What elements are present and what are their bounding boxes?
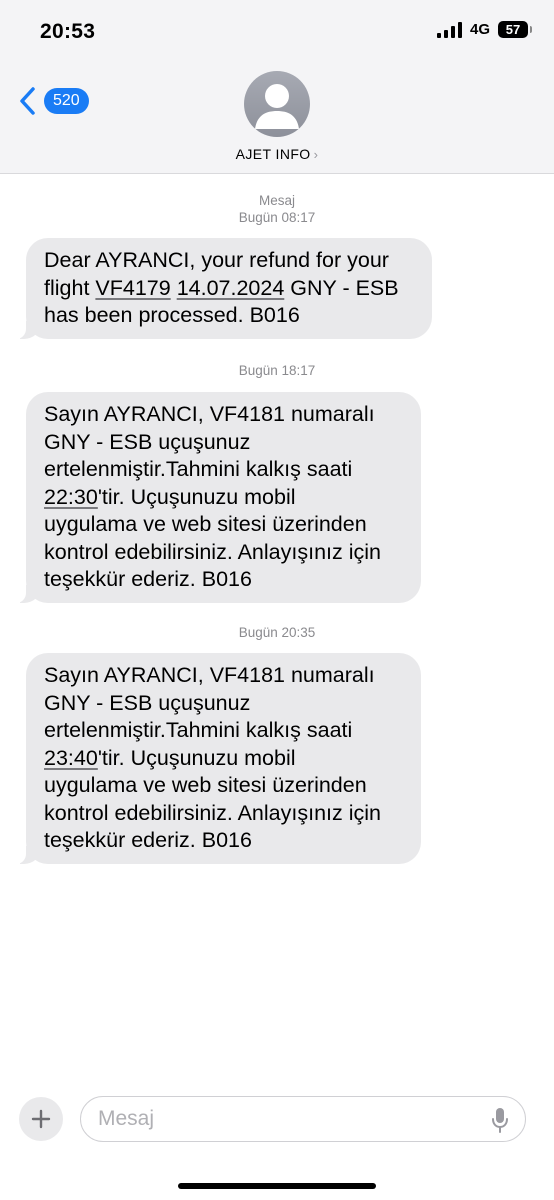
timestamp-label: Mesaj bbox=[258, 193, 295, 208]
message-input[interactable] bbox=[98, 1107, 458, 1131]
battery-icon: 57 bbox=[498, 21, 532, 38]
plus-button[interactable] bbox=[19, 1097, 63, 1141]
flight-number-link[interactable]: VF4179 bbox=[95, 276, 170, 300]
contact-name: AJET INFO bbox=[235, 146, 311, 162]
time-link[interactable]: 23:40 bbox=[44, 746, 98, 770]
message-line: Sayın AYRANCI, VF4181 numaralı bbox=[44, 663, 375, 687]
message-line: ertelenmiştir.Tahmini kalkış saati bbox=[44, 457, 353, 481]
status-indicators: 4G 57 bbox=[436, 21, 532, 38]
contact-chevron-icon: › bbox=[313, 147, 319, 162]
signal-icon bbox=[436, 21, 462, 38]
message-text: 'tir. Uçuşunuzu mobil bbox=[97, 745, 296, 770]
unread-count-badge: 520 bbox=[44, 88, 89, 114]
message-line: uygulama ve web sitesi üzerinden bbox=[44, 512, 367, 536]
message-line: teşekkür ederiz. B016 bbox=[44, 567, 252, 591]
message-input-container bbox=[80, 1096, 526, 1142]
message-line: has been processed. B016 bbox=[44, 303, 300, 327]
date-link[interactable]: 14.07.2024 bbox=[177, 276, 285, 300]
contact-avatar-icon bbox=[255, 84, 299, 129]
message-timestamp: Bugün 18:17 bbox=[0, 362, 554, 379]
timestamp-time: Bugün 20:35 bbox=[238, 625, 316, 640]
message-timestamp: Bugün 20:35 bbox=[0, 624, 554, 641]
battery-level: 57 bbox=[505, 22, 521, 37]
timestamp-time: Bugün 08:17 bbox=[238, 210, 316, 225]
message-line: ertelenmiştir.Tahmini kalkış saati bbox=[44, 718, 353, 742]
back-button[interactable]: 520 bbox=[18, 86, 89, 116]
plus-icon bbox=[31, 1109, 51, 1129]
back-chevron-icon bbox=[20, 87, 35, 115]
message-line: flight VF4179 14.07.2024 GNY - ESB bbox=[44, 275, 414, 303]
message-line: Sayın AYRANCI, VF4181 numaralı bbox=[44, 402, 375, 426]
microphone-icon[interactable] bbox=[491, 1107, 509, 1133]
message-text: flight bbox=[44, 275, 96, 300]
message-line: kontrol edebilirsiniz. Anlayışınız için bbox=[44, 539, 381, 564]
message-line: kontrol edebilirsiniz. Anlayışınız için bbox=[44, 800, 381, 825]
message-bubble[interactable]: Dear AYRANCI, your refund for your fligh… bbox=[16, 238, 432, 339]
conversation-header: 20:53 4G 57 520 AJET INFO › bbox=[0, 0, 554, 174]
message-line: teşekkür ederiz. B016 bbox=[44, 828, 252, 852]
message-line: Dear AYRANCI, your refund for your bbox=[44, 248, 389, 272]
message-line: 22:30'tir. Uçuşunuzu mobil bbox=[44, 484, 403, 512]
message-timestamp: Mesaj Bugün 08:17 bbox=[0, 192, 554, 226]
status-time: 20:53 bbox=[40, 20, 96, 43]
time-link[interactable]: 22:30 bbox=[44, 485, 98, 509]
message-line: uygulama ve web sitesi üzerinden bbox=[44, 773, 367, 797]
message-line: GNY - ESB uçuşunuz bbox=[44, 429, 251, 454]
message-line: 23:40'tir. Uçuşunuzu mobil bbox=[44, 745, 403, 773]
message-bubble[interactable]: Sayın AYRANCI, VF4181 numaralı GNY - ESB… bbox=[16, 392, 421, 603]
network-type: 4G bbox=[469, 21, 490, 38]
message-text: GNY - ESB bbox=[284, 275, 399, 300]
message-bubble[interactable]: Sayın AYRANCI, VF4181 numaralı GNY - ESB… bbox=[16, 653, 421, 864]
home-indicator bbox=[178, 1183, 376, 1189]
message-text: 'tir. Uçuşunuzu mobil bbox=[97, 484, 296, 509]
message-line: GNY - ESB uçuşunuz bbox=[44, 690, 251, 715]
contact-name-button[interactable]: AJET INFO › bbox=[0, 146, 554, 162]
timestamp-time: Bugün 18:17 bbox=[238, 363, 316, 378]
contact-avatar[interactable] bbox=[244, 71, 310, 137]
